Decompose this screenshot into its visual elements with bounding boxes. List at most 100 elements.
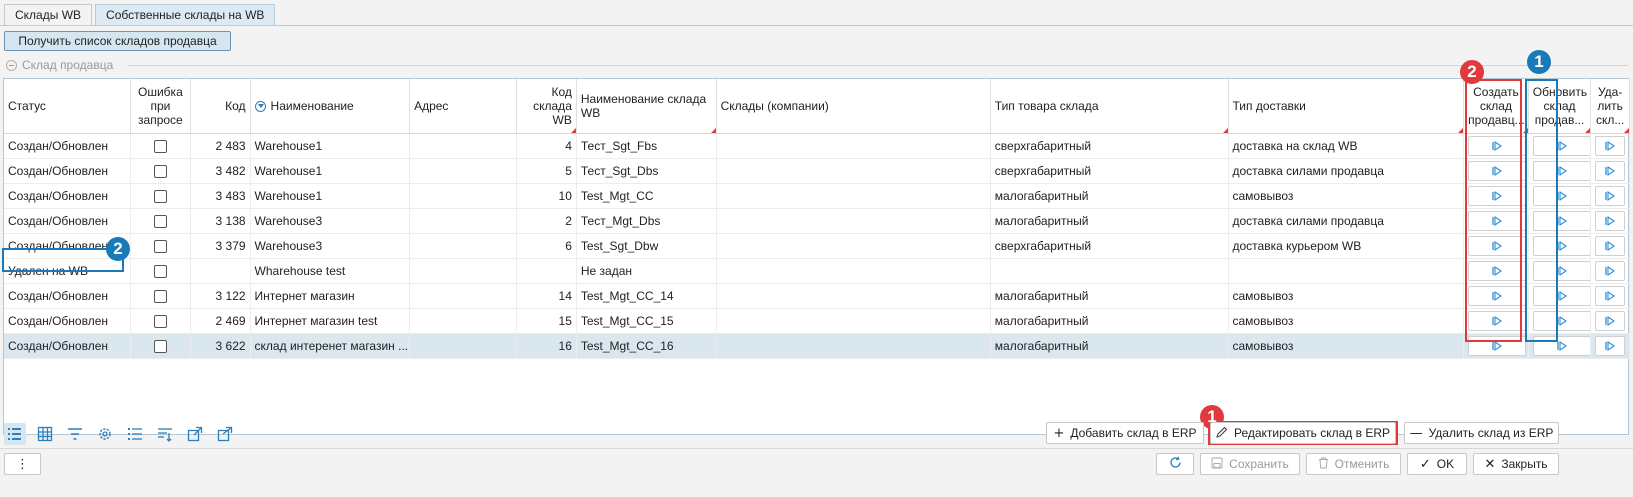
error-checkbox[interactable]	[153, 189, 167, 203]
companies-cell	[716, 208, 991, 234]
col-create[interactable]: Создать склад продавц...	[1463, 79, 1529, 134]
refresh-button[interactable]	[1156, 453, 1194, 475]
collapse-icon[interactable]	[6, 59, 17, 71]
settings-gear-icon[interactable]	[94, 423, 116, 445]
col-wb-name[interactable]: Наименование склада WB	[576, 79, 717, 134]
col-update[interactable]: Обновить склад продав...	[1528, 79, 1592, 134]
goods-type-cell: сверхгабаритный	[990, 158, 1229, 184]
update-warehouse-button[interactable]	[1532, 235, 1590, 256]
delete-wb-warehouse-button[interactable]	[1595, 185, 1626, 206]
error-cell[interactable]	[130, 133, 192, 159]
error-checkbox[interactable]	[153, 164, 167, 178]
update-warehouse-cell	[1528, 133, 1592, 159]
update-warehouse-button[interactable]	[1532, 285, 1590, 306]
error-cell[interactable]	[130, 183, 192, 209]
error-checkbox[interactable]	[153, 289, 167, 303]
filter-icon[interactable]	[64, 423, 86, 445]
delete-wb-warehouse-button[interactable]	[1595, 235, 1626, 256]
create-warehouse-cell	[1463, 333, 1529, 359]
table-row[interactable]: Создан/Обновлен 3 379 Warehouse3 6 Test_Sgt_…	[4, 233, 1630, 259]
error-cell[interactable]	[130, 233, 192, 259]
ok-button[interactable]: ✓ OK	[1407, 453, 1467, 475]
save-button[interactable]: Сохранить	[1200, 453, 1300, 475]
col-delivery-type[interactable]: Тип доставки	[1228, 79, 1465, 134]
delete-wb-warehouse-button[interactable]	[1595, 260, 1626, 281]
delete-wb-warehouse-button[interactable]	[1595, 285, 1626, 306]
update-warehouse-button[interactable]	[1532, 335, 1590, 356]
more-menu-button[interactable]: ⋮	[4, 453, 41, 475]
error-checkbox[interactable]	[153, 239, 167, 253]
create-warehouse-button[interactable]	[1468, 210, 1527, 231]
error-cell[interactable]	[130, 208, 192, 234]
open-external-icon[interactable]	[184, 423, 206, 445]
grid-view-icon[interactable]	[34, 423, 56, 445]
add-warehouse-button[interactable]: + Добавить склад в ERP	[1046, 422, 1204, 444]
table-row[interactable]: Создан/Обновлен 3 483 Warehouse1 10 Test_Mgt…	[4, 183, 1630, 209]
col-code[interactable]: Код	[190, 79, 251, 134]
error-cell[interactable]	[130, 333, 192, 359]
transfer-icon[interactable]	[214, 423, 236, 445]
create-warehouse-button[interactable]	[1468, 235, 1527, 256]
edit-warehouse-button[interactable]: Редактировать склад в ERP	[1210, 422, 1396, 444]
sort-list-icon[interactable]	[154, 423, 176, 445]
create-warehouse-button[interactable]	[1468, 260, 1527, 281]
error-checkbox[interactable]	[153, 139, 167, 153]
delete-wb-warehouse-button[interactable]	[1595, 160, 1626, 181]
update-warehouse-button[interactable]	[1532, 185, 1590, 206]
col-companies[interactable]: Склады (компании)	[716, 79, 991, 134]
col-error[interactable]: Ошибка при запросе	[130, 79, 192, 134]
list-view-icon[interactable]	[4, 423, 26, 445]
delete-wb-warehouse-button[interactable]	[1595, 335, 1626, 356]
table-row[interactable]: Создан/Обновлен 3 138 Warehouse3 2 Тест_Mgt_…	[4, 208, 1630, 234]
update-warehouse-button[interactable]	[1532, 160, 1590, 181]
col-status[interactable]: Статус	[4, 79, 131, 134]
delete-wb-warehouse-button[interactable]	[1595, 210, 1626, 231]
error-cell[interactable]	[130, 283, 192, 309]
error-cell[interactable]	[130, 158, 192, 184]
error-checkbox[interactable]	[153, 314, 167, 328]
run-icon	[1605, 265, 1616, 276]
create-warehouse-button[interactable]	[1468, 335, 1527, 356]
error-checkbox[interactable]	[153, 339, 167, 353]
wb-code-cell: 5	[516, 158, 577, 184]
create-warehouse-button[interactable]	[1468, 285, 1527, 306]
update-warehouse-button[interactable]	[1532, 135, 1590, 156]
sort-icon[interactable]	[254, 101, 266, 113]
create-warehouse-button[interactable]	[1468, 185, 1527, 206]
name-cell: Интернет магазин	[250, 283, 411, 309]
table-row[interactable]: Создан/Обновлен 2 469 Интернет магазин tes…	[4, 308, 1630, 334]
col-address[interactable]: Адрес	[409, 79, 518, 134]
marker-icon	[710, 127, 716, 133]
col-name[interactable]: Наименование	[250, 79, 411, 134]
tab-wb-warehouses[interactable]: Склады WB	[4, 4, 93, 25]
col-goods-type[interactable]: Тип товара склада	[990, 79, 1229, 134]
tab-own-warehouses[interactable]: Собственные склады на WB	[95, 4, 276, 25]
close-button[interactable]: ✕ Закрыть	[1473, 453, 1559, 475]
error-cell[interactable]	[130, 258, 192, 284]
col-wb-code[interactable]: Код склада WB	[516, 79, 577, 134]
create-warehouse-button[interactable]	[1468, 160, 1527, 181]
update-warehouse-button[interactable]	[1532, 210, 1590, 231]
table-row[interactable]: Удален на WB Wharehouse test Не задан	[4, 258, 1630, 284]
table-row[interactable]: Создан/Обновлен 3 482 Warehouse1 5 Тест_Sgt_…	[4, 158, 1630, 184]
wb-code-cell	[516, 258, 577, 284]
group-header[interactable]: Склад продавца	[6, 58, 113, 72]
numbered-list-icon[interactable]	[124, 423, 146, 445]
table-row[interactable]: Создан/Обновлен 3 122 Интернет магазин 14 Te…	[4, 283, 1630, 309]
delete-warehouse-button[interactable]: — Удалить склад из ERP	[1404, 422, 1559, 444]
col-delete[interactable]: Уда-лить скл...	[1590, 79, 1630, 134]
table-row[interactable]: Создан/Обновлен 3 622 склад интеренет мага…	[4, 333, 1630, 359]
delete-wb-warehouse-button[interactable]	[1595, 135, 1626, 156]
cancel-button[interactable]: Отменить	[1306, 453, 1401, 475]
error-checkbox[interactable]	[153, 264, 167, 278]
update-warehouse-button[interactable]	[1532, 260, 1590, 281]
error-cell[interactable]	[130, 308, 192, 334]
get-seller-warehouses-button[interactable]: Получить список складов продавца	[4, 31, 231, 51]
table-row[interactable]: Создан/Обновлен 2 483 Warehouse1 4 Тест_Sgt_…	[4, 133, 1630, 159]
update-warehouse-button[interactable]	[1532, 310, 1590, 331]
create-warehouse-button[interactable]	[1468, 310, 1527, 331]
run-icon	[1557, 165, 1567, 176]
delete-wb-warehouse-button[interactable]	[1595, 310, 1626, 331]
create-warehouse-button[interactable]	[1468, 135, 1527, 156]
error-checkbox[interactable]	[153, 214, 167, 228]
